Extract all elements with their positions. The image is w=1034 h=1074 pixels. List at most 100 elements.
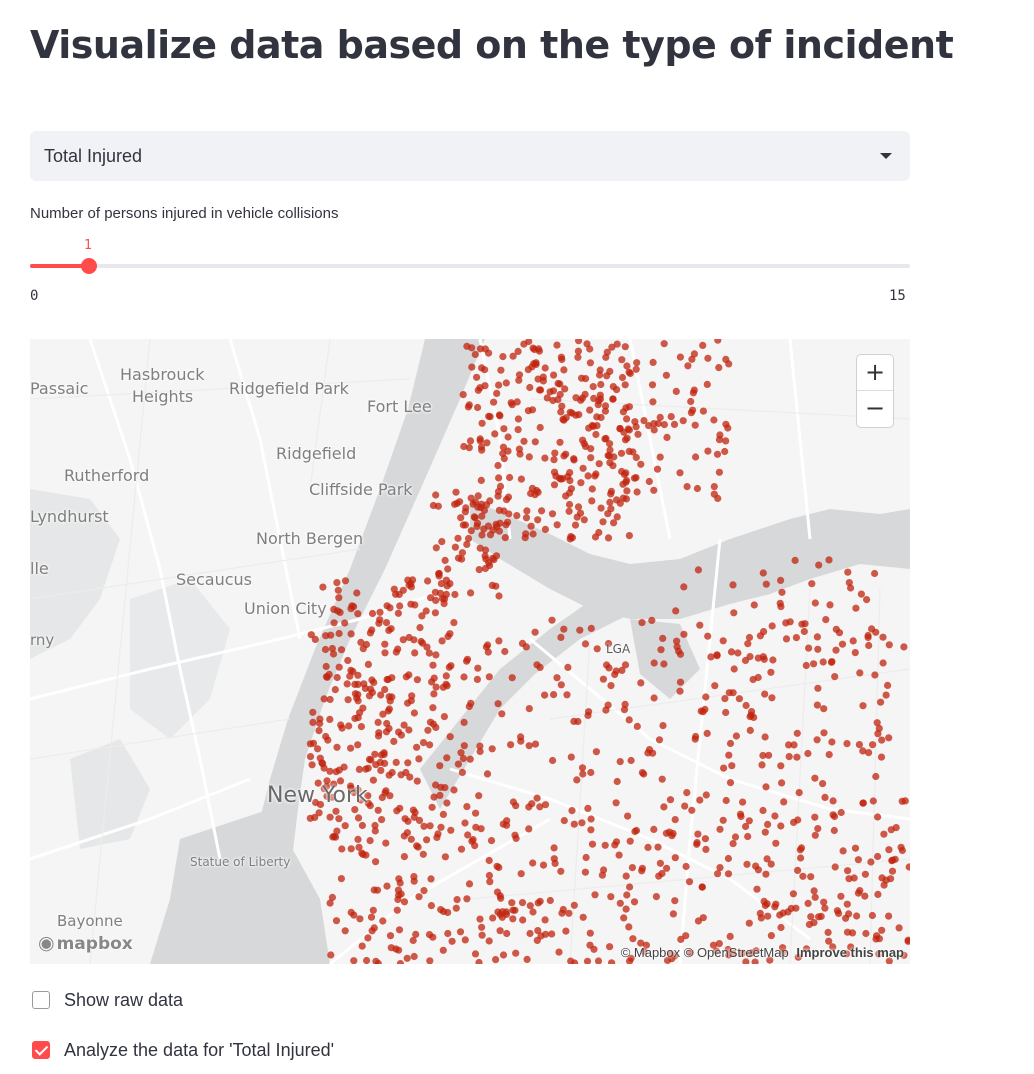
mapbox-logo-text: mapbox — [56, 934, 133, 954]
injury-point — [357, 723, 365, 731]
injury-point — [548, 510, 557, 518]
injury-point — [581, 868, 590, 876]
map-label-lyndhurst: Lyndhurst — [30, 507, 109, 526]
injury-point — [525, 825, 533, 833]
injury-point — [734, 649, 742, 657]
injury-point — [727, 648, 736, 656]
injury-point — [454, 760, 462, 768]
injury-point — [638, 619, 646, 627]
injury-point — [498, 710, 506, 718]
injury-point — [504, 433, 512, 441]
injured-slider[interactable] — [30, 258, 910, 274]
injury-point — [369, 776, 377, 784]
injury-point — [404, 576, 412, 584]
injury-point — [625, 716, 633, 724]
injury-point — [814, 645, 822, 653]
injury-point — [707, 653, 715, 661]
injury-point — [461, 819, 469, 827]
injury-point — [716, 825, 724, 833]
injury-point — [330, 832, 338, 840]
injury-point — [692, 732, 700, 741]
injury-point — [309, 718, 317, 726]
injury-point — [868, 625, 876, 633]
injury-point — [581, 390, 589, 398]
zoom-in-button[interactable]: + — [857, 355, 893, 391]
injury-point — [565, 909, 573, 917]
injury-point — [467, 589, 475, 597]
injury-point — [753, 885, 761, 893]
injury-point — [771, 812, 779, 820]
injury-point — [320, 695, 328, 703]
injury-point — [862, 929, 870, 938]
injury-point — [703, 729, 711, 737]
checkbox-unchecked[interactable] — [32, 991, 50, 1009]
mapbox-icon: ◉ — [38, 932, 55, 954]
injury-point — [637, 679, 645, 687]
zoom-out-button[interactable]: − — [857, 391, 893, 427]
injury-point — [496, 927, 504, 935]
injury-point — [518, 639, 527, 647]
injury-point — [470, 513, 478, 521]
injury-point — [541, 454, 549, 462]
improve-map-link[interactable]: Improve this map — [796, 945, 904, 960]
mapbox-logo[interactable]: ◉ mapbox — [38, 932, 133, 954]
injury-point — [447, 826, 455, 834]
injury-point — [400, 853, 408, 861]
injury-point — [725, 689, 733, 697]
attribution-text[interactable]: © Mapbox © OpenStreetMap — [621, 945, 789, 960]
injury-point — [491, 430, 499, 438]
incident-map[interactable]: Passaic Hasbrouck Heights Ridgefield Par… — [30, 339, 910, 964]
injury-point — [370, 886, 378, 894]
injury-point — [493, 389, 501, 397]
injury-point — [556, 438, 564, 446]
injury-point — [694, 830, 702, 838]
injury-point — [576, 626, 584, 634]
injury-point — [680, 630, 688, 638]
injury-point — [663, 433, 671, 441]
injury-point — [660, 660, 668, 668]
injury-point — [495, 637, 503, 645]
injury-point — [526, 929, 534, 938]
injury-point — [625, 923, 633, 931]
slider-thumb[interactable] — [80, 258, 97, 274]
injury-point — [385, 693, 393, 701]
incident-type-select[interactable]: Total Injured — [30, 131, 910, 181]
injury-point — [871, 671, 879, 679]
injury-point — [760, 897, 768, 906]
injury-point — [825, 556, 833, 564]
injury-point — [861, 870, 870, 878]
injury-point — [599, 675, 608, 683]
injury-point — [442, 590, 450, 598]
injury-point — [392, 945, 400, 953]
injury-point — [374, 718, 382, 726]
injury-point — [506, 473, 514, 482]
injury-point — [780, 798, 788, 806]
injury-point — [362, 851, 370, 859]
checkbox-checked[interactable] — [32, 1041, 50, 1059]
injury-point — [606, 498, 614, 506]
injury-point — [603, 348, 611, 356]
injury-point — [785, 753, 793, 761]
injury-point — [335, 594, 343, 602]
injury-point — [654, 843, 662, 851]
injury-point — [350, 603, 358, 611]
injury-point — [844, 568, 852, 576]
injury-point — [649, 358, 657, 366]
injury-point — [592, 430, 600, 439]
injury-point — [427, 875, 435, 883]
injury-point — [483, 770, 492, 778]
injury-point — [586, 406, 594, 414]
injury-point — [432, 683, 440, 691]
injury-point — [590, 945, 598, 953]
injury-point — [731, 833, 740, 841]
injury-point — [410, 952, 418, 961]
injury-point — [374, 806, 382, 814]
injury-point — [690, 350, 699, 358]
injury-point — [564, 663, 572, 671]
injury-point — [459, 391, 467, 399]
injury-point — [474, 664, 482, 672]
injury-point — [746, 713, 754, 721]
injury-point — [606, 943, 614, 951]
injury-point — [764, 820, 772, 828]
injury-point — [478, 531, 486, 539]
